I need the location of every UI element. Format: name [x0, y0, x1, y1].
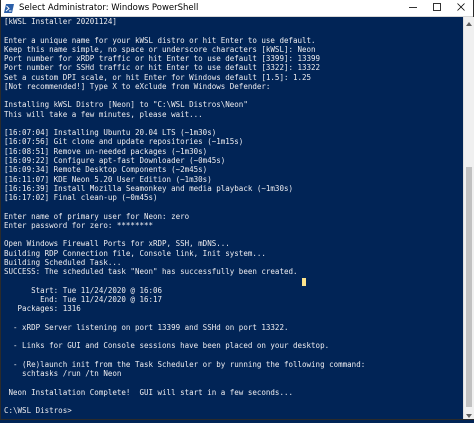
console-line: [16:09:34] Remote Desktop Components (~2…	[4, 165, 208, 175]
maximize-icon	[433, 2, 441, 14]
console-line: Keep this name simple, no space or under…	[4, 44, 316, 54]
console-line: [16:17:02] Final clean-up (~0m45s)	[4, 193, 158, 203]
scroll-up-button[interactable]	[464, 17, 474, 27]
scrollbar-thumb[interactable]	[466, 167, 472, 407]
text-cursor	[302, 278, 306, 286]
console-line: [16:11:07] KDE Neon 5.20 User Edition (~…	[4, 174, 212, 184]
console-line: [16:09:22] Configure apt-fast Downloader…	[4, 155, 226, 165]
window-controls	[401, 0, 473, 16]
console-output[interactable]: [kWSL Installer 20201124] Enter a unique…	[4, 17, 462, 419]
console-line: This will take a few minutes, please wai…	[4, 109, 203, 119]
console-line: Building Scheduled Task...	[4, 257, 122, 267]
console-line: schtasks /run /tn Neon	[4, 369, 122, 379]
chevron-up-icon	[466, 13, 472, 31]
chevron-down-icon	[466, 405, 472, 423]
powershell-window: Select Administrator: Windows PowerShell	[0, 0, 474, 420]
console-line: Packages: 1316	[4, 304, 81, 314]
console-line: Enter password for zero: ********	[4, 220, 154, 230]
close-icon	[457, 2, 465, 14]
console-line: [16:16:39] Install Mozilla Seamonkey and…	[4, 183, 293, 193]
console-line: Installing kWSL Distro [Neon] to "C:\WSL…	[4, 100, 248, 110]
title-bar[interactable]: Select Administrator: Windows PowerShell	[1, 0, 473, 17]
console-line: Open Windows Firewall Ports for xRDP, SS…	[4, 239, 230, 249]
console-line: Building RDP Connection file, Console li…	[4, 248, 266, 258]
console-line: Port number for SSHd traffic or hit Ente…	[4, 63, 321, 73]
console-line: Port number for xRDP traffic or hit Ente…	[4, 54, 321, 64]
console-line: [kWSL Installer 20201124]	[4, 17, 117, 26]
maximize-button[interactable]	[425, 0, 449, 16]
console-text: [kWSL Installer 20201124] Enter a unique…	[4, 17, 462, 415]
console-line: - (Re)launch init from the Task Schedule…	[4, 359, 366, 369]
console-line: Start: Tue 11/24/2020 @ 16:06	[4, 285, 163, 295]
console-line: Neon Installation Complete! GUI will sta…	[4, 387, 293, 397]
scroll-down-button[interactable]	[464, 409, 474, 419]
vertical-scrollbar[interactable]	[463, 17, 474, 419]
console-line: - Links for GUI and Console sessions hav…	[4, 341, 330, 351]
console-line: [16:07:04] Installing Ubuntu 20.04 LTS (…	[4, 128, 217, 138]
powershell-icon	[4, 3, 14, 13]
console-line: SUCCESS: The scheduled task "Neon" has s…	[4, 267, 298, 277]
console-line: [16:07:56] Git clone and update reposito…	[4, 137, 244, 147]
console-line: [16:08:51] Remove un-needed packages (~1…	[4, 146, 208, 156]
console-line: - xRDP Server listening on port 13399 an…	[4, 322, 289, 332]
console-line: C:\WSL Distros>	[4, 406, 72, 416]
console-line: Enter name of primary user for Neon: zer…	[4, 211, 190, 221]
console-line: End: Tue 11/24/2020 @ 16:17	[4, 294, 163, 304]
console-line: Enter a unique name for your kWSL distro…	[4, 35, 316, 45]
console-line: Set a custom DPI scale, or hit Enter for…	[4, 72, 312, 82]
console-line: [Not recommended!] Type X to eXclude fro…	[4, 81, 271, 91]
minimize-icon	[409, 3, 417, 14]
minimize-button[interactable]	[401, 0, 425, 16]
window-title: Select Administrator: Windows PowerShell	[19, 3, 199, 13]
